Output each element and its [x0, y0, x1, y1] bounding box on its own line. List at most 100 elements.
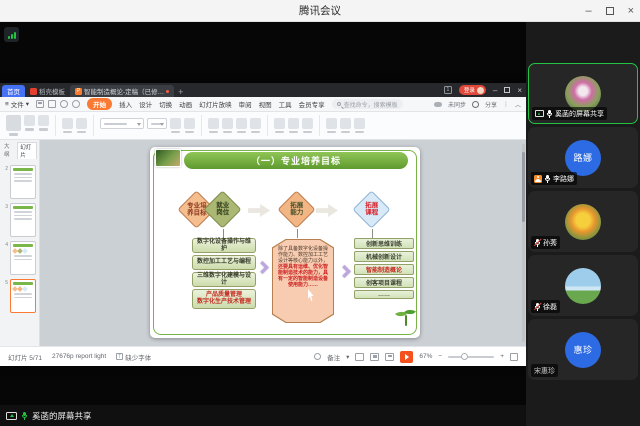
- slide-thumbnail[interactable]: [10, 165, 36, 199]
- zoom-level[interactable]: 67%: [419, 353, 432, 360]
- wps-minimize-icon[interactable]: –: [493, 86, 497, 95]
- fit-window-icon[interactable]: [510, 352, 518, 361]
- reading-view-icon[interactable]: [385, 352, 395, 361]
- search-icon: [336, 102, 341, 106]
- connector-line: [223, 229, 224, 238]
- font-warning[interactable]: T 缺少字体: [116, 352, 151, 362]
- slide-thumbnail[interactable]: [10, 203, 36, 237]
- chevron-down-icon: ▾: [25, 101, 30, 108]
- paste-button[interactable]: [6, 115, 21, 136]
- save-icon[interactable]: [36, 100, 45, 108]
- wps-close-icon[interactable]: ×: [517, 86, 522, 95]
- participant-label: 奚菡的屏幕共享: [532, 107, 607, 120]
- window-count-badge[interactable]: 1: [443, 86, 452, 94]
- collapse-ribbon-icon[interactable]: ︿: [515, 100, 521, 109]
- participant-tile[interactable]: 徐磊: [528, 255, 638, 316]
- zoom-out-button[interactable]: −: [438, 353, 442, 360]
- slide[interactable]: （一）专业培养目标 专业培 养目标 就业 岗位 拓展 能力 拓展 课程 数字化设…: [150, 147, 420, 338]
- shared-screen-stage: 首页 稻壳模板 P 智能制造概论-定稿（已修… + 1 登录 – × ≡ 文件 …: [0, 22, 526, 426]
- shape-button[interactable]: [274, 117, 285, 134]
- menu-slideshow[interactable]: 幻灯片放映: [199, 99, 232, 109]
- slide-thumbnail[interactable]: [10, 241, 36, 275]
- login-button[interactable]: 登录: [458, 85, 486, 95]
- outline-color-button[interactable]: [340, 117, 351, 134]
- slideshow-play-button[interactable]: [400, 350, 414, 363]
- sorter-view-icon[interactable]: [370, 352, 380, 361]
- tab-home[interactable]: 首页: [2, 85, 25, 97]
- menu-member[interactable]: 会员专享: [299, 99, 325, 109]
- menubar-right: 未同步 分享 ⋮ ︿: [433, 100, 521, 109]
- cloud-sync-icon[interactable]: [433, 101, 442, 107]
- tencent-meeting-window: 腾讯会议 – × 首页 稻壳模板 P 智能制造概论-定稿（已修… + 1 登录 …: [0, 0, 640, 426]
- notes-button[interactable]: 备注: [327, 352, 340, 362]
- wps-ribbon: [0, 112, 526, 140]
- new-slide-button[interactable]: [62, 117, 73, 134]
- arrange-group: [326, 117, 365, 134]
- participant-tile-sharing[interactable]: 奚菡的屏幕共享: [528, 63, 638, 124]
- participant-tile[interactable]: 路娜 李路娜: [528, 127, 638, 188]
- collaborate-icon[interactable]: [471, 100, 479, 108]
- italic-button[interactable]: [184, 117, 195, 134]
- font-size-combobox[interactable]: [147, 117, 167, 129]
- undo-icon[interactable]: [60, 100, 69, 108]
- bold-button[interactable]: [170, 117, 181, 134]
- zoom-slider-knob[interactable]: [461, 353, 469, 360]
- file-menu[interactable]: ≡ 文件 ▾: [5, 99, 30, 110]
- layout-button[interactable]: [76, 117, 87, 134]
- sync-status[interactable]: 未同步: [448, 100, 466, 109]
- maximize-icon[interactable]: [605, 7, 614, 15]
- line-spacing-button[interactable]: [250, 117, 261, 134]
- participant-tile[interactable]: 惠珍 宋惠珍: [528, 319, 638, 380]
- menu-review[interactable]: 审阅: [239, 99, 252, 109]
- textbox-button[interactable]: [302, 117, 313, 134]
- align-center-button[interactable]: [222, 117, 233, 134]
- find-button[interactable]: [354, 117, 365, 134]
- command-search-box[interactable]: 查找命令，搜索模板: [331, 99, 403, 109]
- thumbnail-row: 5: [2, 279, 39, 313]
- menu-animation[interactable]: 动画: [179, 99, 192, 109]
- menu-tools[interactable]: 工具: [279, 99, 292, 109]
- menu-insert[interactable]: 插入: [119, 99, 132, 109]
- tab-document[interactable]: P 智能制造概论-定稿（已修…: [70, 85, 175, 97]
- tab-docer[interactable]: 稻壳模板: [25, 85, 70, 97]
- align-left-button[interactable]: [208, 117, 219, 134]
- menu-view[interactable]: 视图: [259, 99, 272, 109]
- bullets-button[interactable]: [236, 117, 247, 134]
- print-icon[interactable]: [48, 100, 57, 108]
- avatar: [476, 86, 484, 94]
- format-painter-button[interactable]: [38, 115, 49, 131]
- new-tab-button[interactable]: +: [178, 87, 183, 97]
- wps-tabbar-right: 1 登录 – ×: [443, 85, 522, 95]
- mic-muted-icon: [534, 238, 541, 247]
- slide-corner-photo: [155, 149, 181, 167]
- normal-view-icon[interactable]: [355, 352, 365, 361]
- wps-maximize-icon[interactable]: [504, 87, 511, 93]
- minimize-icon[interactable]: –: [585, 5, 591, 17]
- slide-thumbnail-selected[interactable]: [10, 279, 36, 313]
- docer-icon: [30, 87, 37, 95]
- slide-counter: 幻灯片 5/71: [8, 354, 42, 362]
- share-button[interactable]: 分享: [485, 100, 497, 109]
- tab-outline[interactable]: 大纲: [2, 142, 15, 159]
- menu-design[interactable]: 设计: [139, 99, 152, 109]
- zoom-slider[interactable]: [448, 353, 495, 360]
- picture-button[interactable]: [288, 117, 299, 134]
- redo-icon[interactable]: [72, 100, 81, 108]
- tab-slides[interactable]: 幻灯片: [17, 142, 37, 159]
- participant-tile[interactable]: 孙莠: [528, 191, 638, 252]
- sprout-clipart: [395, 307, 416, 329]
- theme-name[interactable]: 27676p report light: [52, 353, 106, 360]
- menu-transition[interactable]: 切换: [159, 99, 172, 109]
- slide-canvas[interactable]: （一）专业培养目标 专业培 养目标 就业 岗位 拓展 能力 拓展 课程 数字化设…: [40, 140, 526, 346]
- canvas-scrollbar[interactable]: [522, 144, 525, 342]
- notes-caret-icon[interactable]: ▾: [346, 353, 349, 361]
- font-name-combobox[interactable]: [100, 117, 144, 129]
- zoom-in-button[interactable]: +: [500, 353, 504, 360]
- cut-button[interactable]: [24, 115, 35, 131]
- close-icon[interactable]: ×: [628, 5, 634, 17]
- fill-color-button[interactable]: [326, 117, 337, 134]
- tab-docer-label: 稻壳模板: [39, 89, 65, 96]
- menu-home[interactable]: 开始: [87, 98, 113, 110]
- course-box: 数控加工工艺与编程: [192, 255, 256, 270]
- more-icon[interactable]: ⋮: [503, 101, 509, 108]
